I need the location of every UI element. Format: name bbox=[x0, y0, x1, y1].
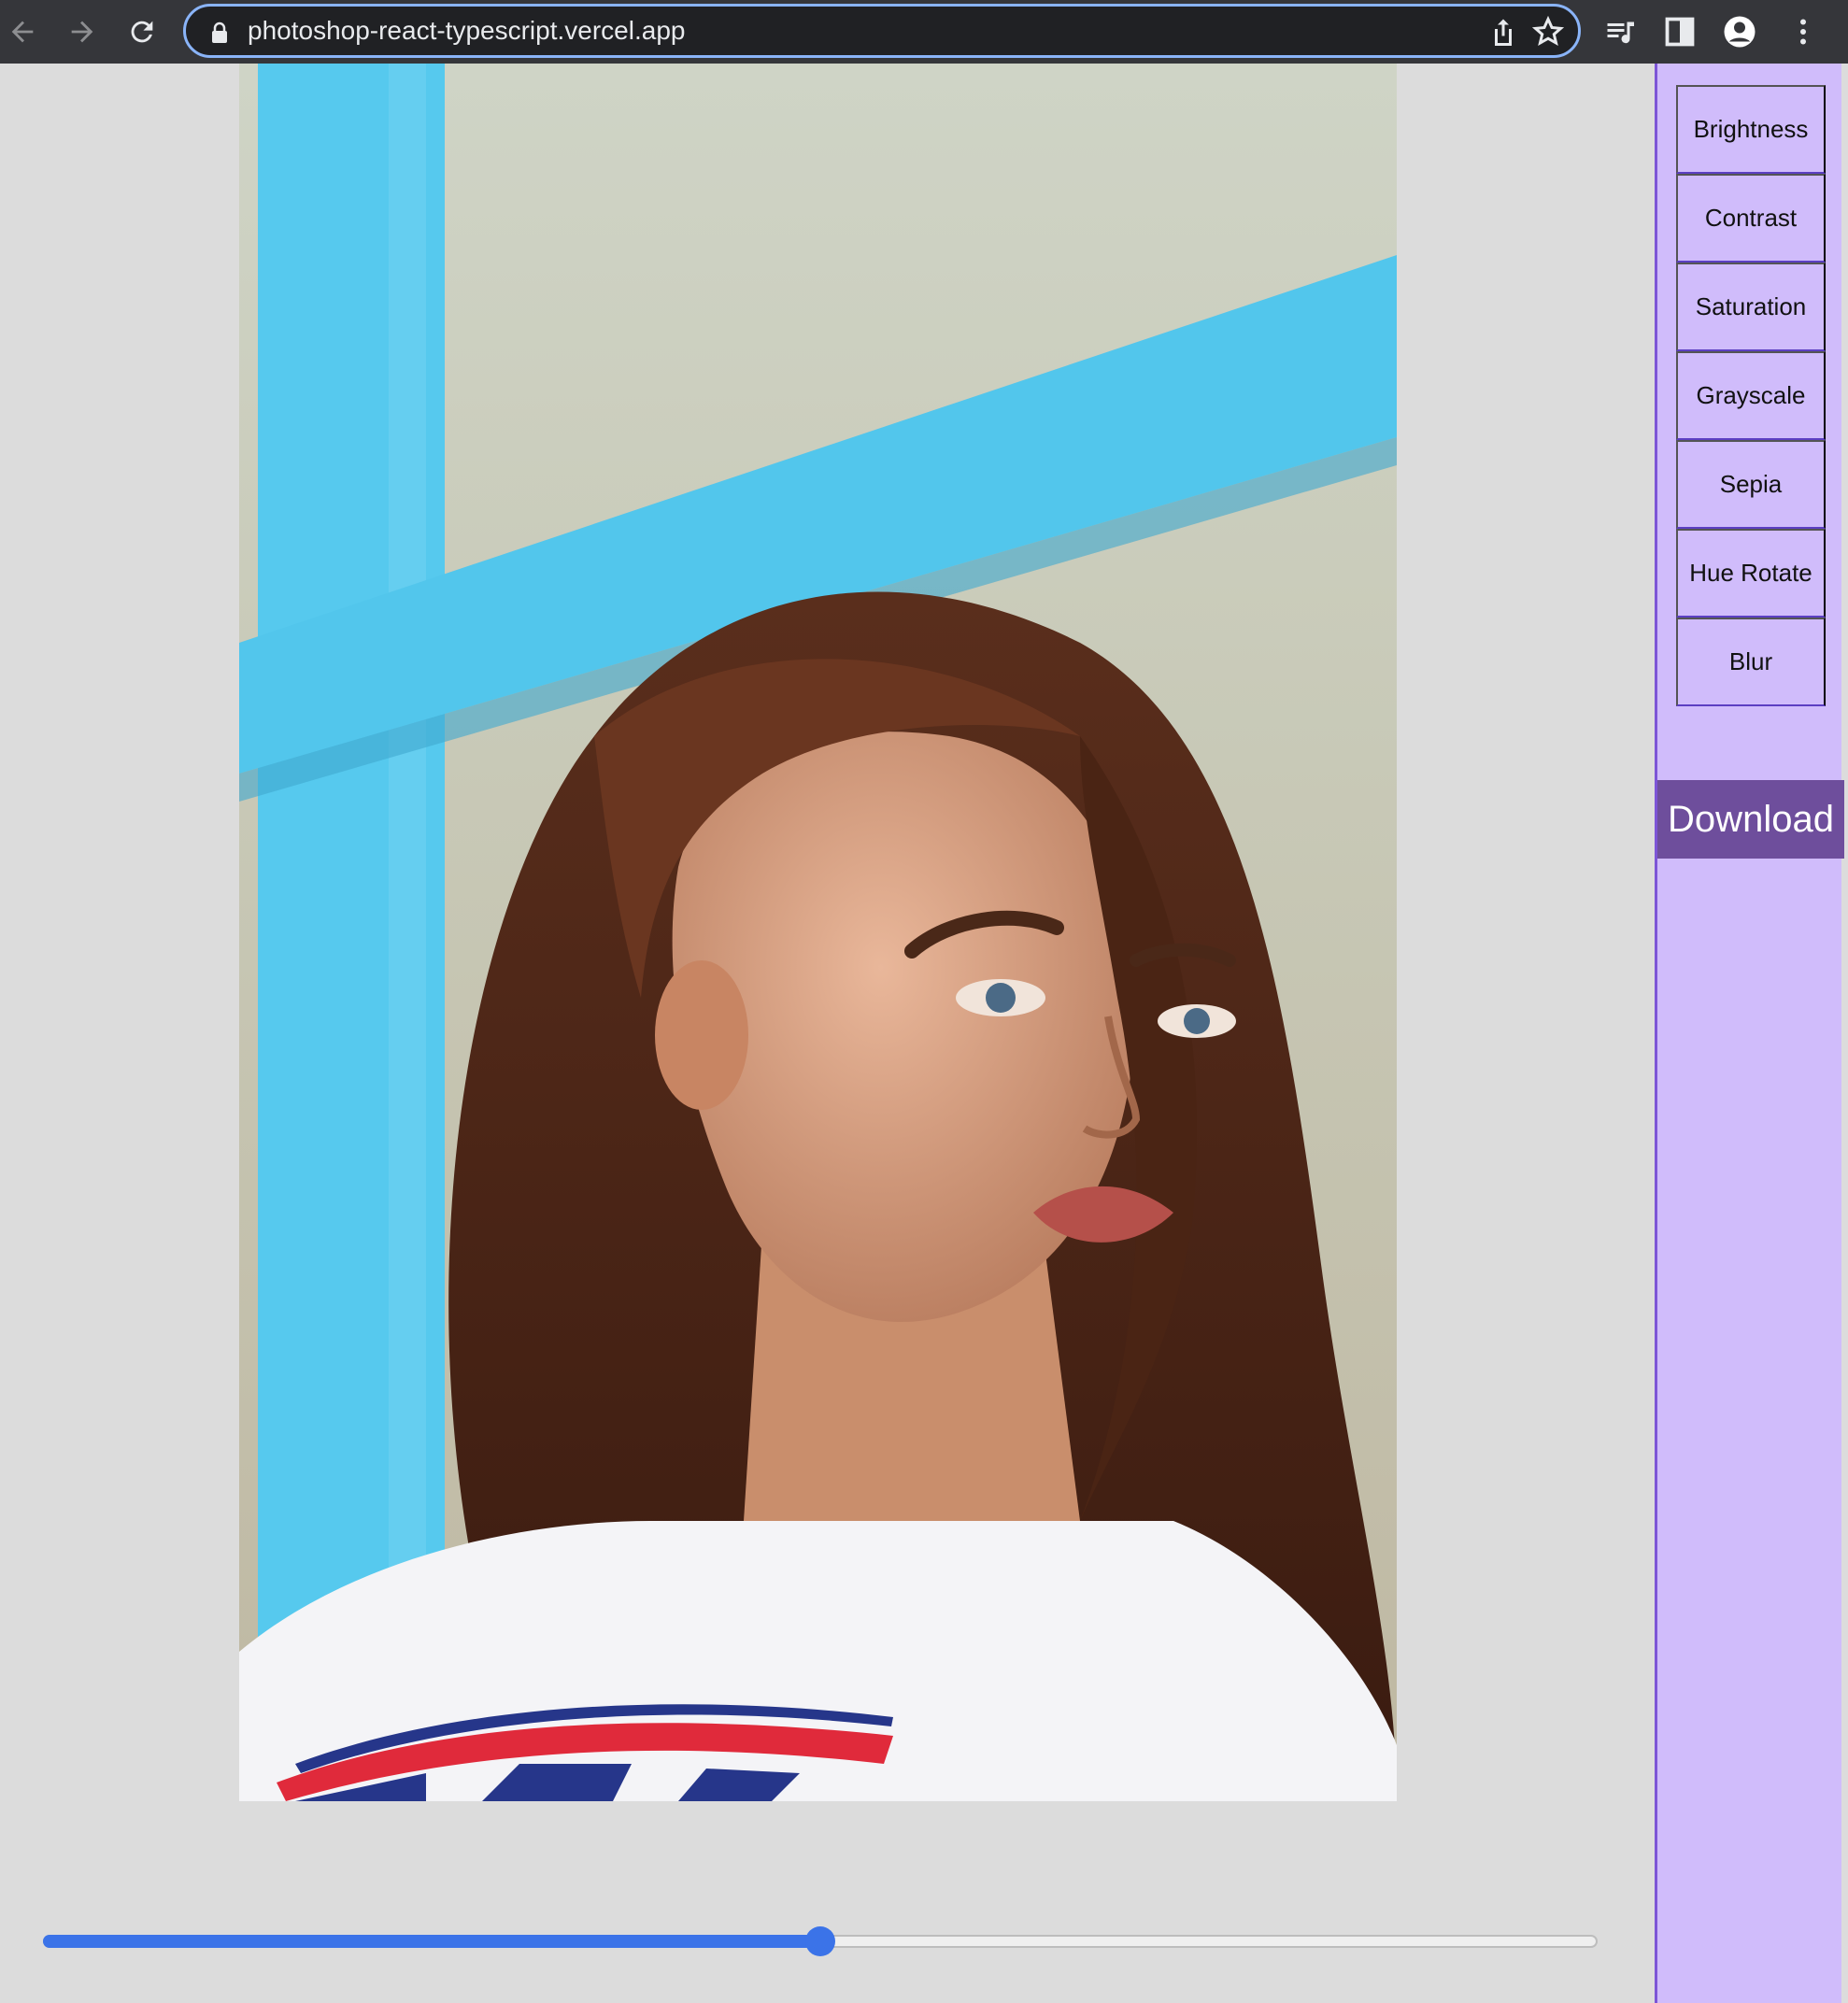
lock-icon bbox=[212, 21, 227, 43]
profile-button[interactable] bbox=[1719, 11, 1760, 52]
filter-sidebar: Brightness Contrast Saturation Grayscale… bbox=[1655, 64, 1844, 2003]
share-icon bbox=[1495, 19, 1512, 46]
url-text: photoshop-react-typescript.vercel.app bbox=[248, 16, 686, 45]
saturation-button[interactable]: Saturation bbox=[1676, 263, 1826, 351]
reload-icon bbox=[131, 21, 153, 43]
arrow-left-icon bbox=[11, 21, 34, 43]
download-button[interactable]: Download bbox=[1657, 780, 1844, 859]
browser-toolbar: photoshop-react-typescript.vercel.app bbox=[0, 0, 1848, 64]
hue-rotate-button[interactable]: Hue Rotate bbox=[1676, 529, 1826, 618]
media-control-icon bbox=[1607, 21, 1634, 44]
share-button[interactable] bbox=[1486, 15, 1520, 49]
portrait-photo bbox=[239, 64, 1397, 1801]
address-bar[interactable]: photoshop-react-typescript.vercel.app bbox=[183, 4, 1581, 58]
grayscale-button[interactable]: Grayscale bbox=[1676, 351, 1826, 440]
arrow-right-icon bbox=[71, 21, 93, 43]
kebab-menu-icon bbox=[1800, 19, 1806, 45]
reload-button[interactable] bbox=[120, 9, 164, 54]
filter-value-slider[interactable] bbox=[43, 1925, 1598, 1958]
contrast-button[interactable]: Contrast bbox=[1676, 174, 1826, 263]
back-button[interactable] bbox=[0, 9, 45, 54]
profile-icon bbox=[1724, 16, 1756, 48]
sepia-button[interactable]: Sepia bbox=[1676, 440, 1826, 529]
brightness-button[interactable]: Brightness bbox=[1676, 85, 1826, 174]
star-icon bbox=[1531, 15, 1565, 46]
bookmark-button[interactable] bbox=[1531, 15, 1565, 49]
forward-button[interactable] bbox=[60, 9, 105, 54]
edited-image bbox=[239, 64, 1397, 1801]
browser-menu-button[interactable] bbox=[1783, 11, 1824, 52]
side-panel-icon bbox=[1665, 17, 1695, 47]
media-control-button[interactable] bbox=[1599, 11, 1641, 52]
slider-thumb[interactable] bbox=[805, 1926, 835, 1956]
side-panel-button[interactable] bbox=[1659, 11, 1700, 52]
slider-fill bbox=[43, 1935, 820, 1948]
blur-button[interactable]: Blur bbox=[1676, 618, 1826, 706]
